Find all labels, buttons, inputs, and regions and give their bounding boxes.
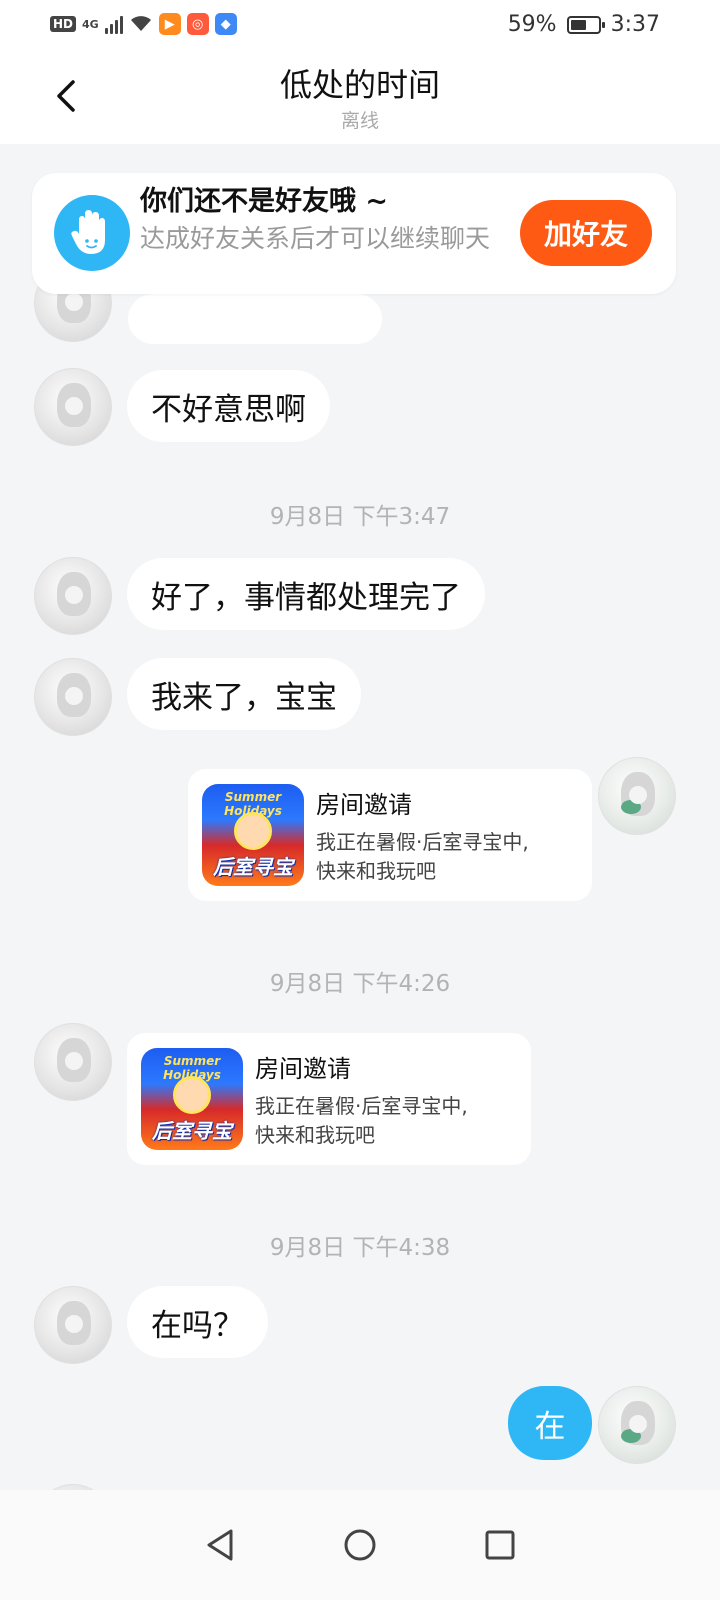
card-title: 房间邀请	[255, 1054, 351, 1083]
message-timestamp: 9月8日 下午3:47	[269, 504, 451, 530]
message-bubble[interactable]: 不好意思啊	[127, 370, 330, 442]
room-invite-card[interactable]: Summer Holidays 后室寻宝 房间邀请 我正在暑假·后室寻宝中, 快…	[188, 769, 592, 901]
system-nav-bar	[0, 1490, 720, 1600]
signal-icon	[104, 14, 123, 34]
message-bubble-partial	[128, 294, 382, 344]
character-icon	[173, 1076, 211, 1114]
nav-home-button[interactable]	[330, 1515, 390, 1575]
online-status: 离线	[340, 110, 379, 132]
status-bar: HD 4G ▶ ◎ ◆ 59% 3:37	[0, 0, 720, 52]
card-title: 房间邀请	[316, 790, 412, 819]
character-icon	[234, 812, 272, 850]
video-app-icon: ▶	[158, 13, 181, 35]
shield-app-icon: ◆	[214, 13, 237, 35]
message-timestamp: 9月8日 下午4:38	[269, 1235, 451, 1261]
contact-avatar[interactable]	[34, 658, 112, 736]
nav-back-button[interactable]	[190, 1515, 250, 1575]
wifi-icon	[129, 14, 153, 35]
contact-avatar[interactable]	[34, 1023, 112, 1101]
kuaishou-app-icon: ◎	[186, 13, 209, 35]
add-friend-button[interactable]: 加好友	[520, 200, 652, 266]
thumbnail-title: 后室寻宝	[213, 855, 293, 879]
game-thumbnail: Summer Holidays 后室寻宝	[141, 1048, 243, 1150]
circle-home-icon	[344, 1529, 376, 1561]
card-description-line-1: 我正在暑假·后室寻宝中,	[255, 1093, 468, 1118]
page-title: 低处的时间	[279, 66, 440, 104]
network-type: 4G	[82, 17, 99, 31]
battery-icon	[566, 15, 605, 34]
room-invite-card[interactable]: Summer Holidays 后室寻宝 房间邀请 我正在暑假·后室寻宝中, 快…	[127, 1033, 531, 1165]
contact-avatar[interactable]	[34, 368, 112, 446]
my-avatar[interactable]	[598, 757, 676, 835]
square-recents-icon	[485, 1530, 515, 1560]
status-icons-right: 59% 3:37	[508, 12, 660, 37]
banner-description: 达成好友关系后才可以继续聊天	[140, 224, 491, 253]
my-avatar[interactable]	[598, 1386, 676, 1464]
contact-avatar[interactable]	[34, 1286, 112, 1364]
contact-avatar[interactable]	[34, 557, 112, 635]
message-bubble[interactable]: 我来了，宝宝	[127, 658, 361, 730]
banner-title: 你们还不是好友哦 ~	[140, 186, 389, 217]
card-description-line-1: 我正在暑假·后室寻宝中,	[316, 829, 529, 854]
nav-recents-button[interactable]	[470, 1515, 530, 1575]
clock: 3:37	[610, 12, 660, 37]
thumbnail-title: 后室寻宝	[152, 1119, 232, 1143]
card-description-line-2: 快来和我玩吧	[255, 1122, 375, 1147]
game-thumbnail: Summer Holidays 后室寻宝	[202, 784, 304, 886]
chat-messages[interactable]: 不好意思啊 9月8日 下午3:47 好了，事情都处理完了 我来了，宝宝 Summ…	[0, 144, 720, 1520]
hand-wave-icon	[54, 195, 130, 271]
card-description-line-2: 快来和我玩吧	[316, 858, 436, 883]
message-bubble[interactable]: 好了，事情都处理完了	[127, 558, 485, 630]
triangle-back-icon	[207, 1529, 233, 1561]
message-bubble[interactable]: 在吗？	[127, 1286, 268, 1358]
battery-percent: 59%	[507, 12, 557, 37]
hd-badge: HD	[50, 16, 77, 32]
chat-header: 低处的时间 离线	[0, 52, 720, 144]
add-friend-banner: 你们还不是好友哦 ~ 达成好友关系后才可以继续聊天 加好友	[32, 173, 676, 294]
message-timestamp: 9月8日 下午4:26	[269, 971, 451, 997]
status-icons-left: HD 4G ▶ ◎ ◆	[50, 13, 237, 35]
my-message-bubble[interactable]: 在	[508, 1386, 592, 1460]
